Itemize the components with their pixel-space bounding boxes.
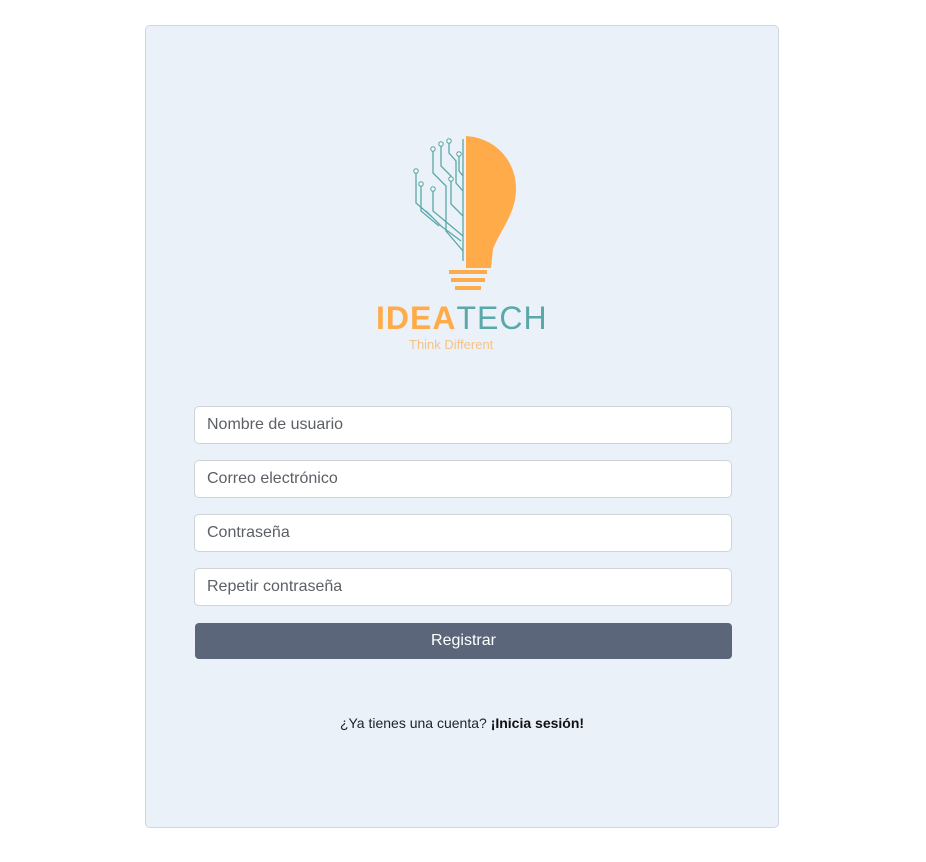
brand-name-idea: IDEA (376, 300, 456, 336)
password-input[interactable] (194, 514, 732, 552)
brand-wordmark: IDEATECH (376, 300, 548, 336)
login-link[interactable]: ¡Inicia sesión! (491, 715, 584, 731)
register-button[interactable]: Registrar (195, 623, 732, 659)
username-input[interactable] (194, 406, 732, 444)
brand-name-tech: TECH (456, 300, 547, 336)
brand-tagline: Think Different (409, 337, 494, 352)
lightbulb-circuit-icon: IDEATECH Think Different (376, 136, 548, 352)
login-prompt-text: ¿Ya tienes una cuenta? (339, 715, 487, 731)
login-prompt: ¿Ya tienes una cuenta? ¡Inicia sesión! (146, 715, 778, 731)
ideatech-logo: IDEATECH Think Different (371, 131, 556, 361)
email-input[interactable] (194, 460, 732, 498)
register-card: IDEATECH Think Different Registrar ¿Ya t… (145, 25, 779, 828)
repeat-password-input[interactable] (194, 568, 732, 606)
